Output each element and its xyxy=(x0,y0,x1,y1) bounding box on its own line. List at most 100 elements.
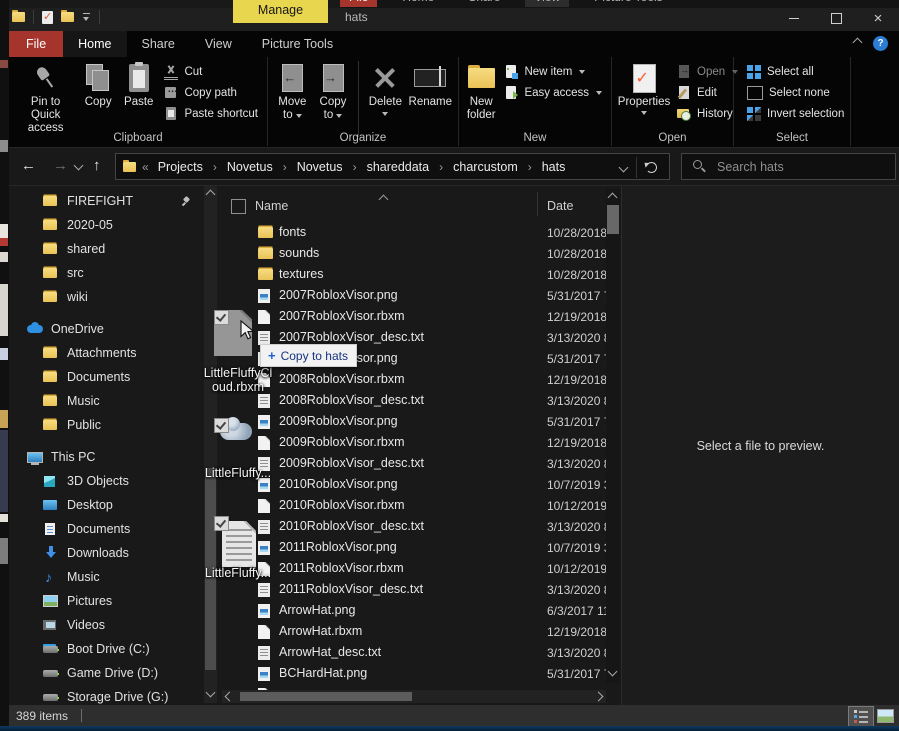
file-row[interactable]: 2007RobloxVisor.png 5/31/2017 7 xyxy=(222,285,606,306)
scroll-down-icon[interactable] xyxy=(206,688,216,698)
select-all-button[interactable]: Select all xyxy=(742,61,849,82)
sidebar-item[interactable]: Videos xyxy=(9,613,204,637)
file-row[interactable]: 2008RobloxVisor.png 5/31/2017 7 xyxy=(222,348,606,369)
minimize-button[interactable] xyxy=(773,6,815,30)
sidebar-item[interactable]: Documents xyxy=(9,365,204,389)
file-row[interactable]: 2011RobloxVisor_desc.txt 3/13/2020 8 xyxy=(222,579,606,600)
tab-view[interactable]: View xyxy=(190,31,247,57)
close-button[interactable]: × xyxy=(857,6,899,30)
file-row[interactable]: 2007RobloxVisor_desc.txt 3/13/2020 8 xyxy=(222,327,606,348)
sidebar-item[interactable]: OneDrive xyxy=(9,317,204,341)
breadcrumb-overflow[interactable]: « xyxy=(142,160,149,174)
sidebar-item[interactable]: This PC xyxy=(9,445,204,469)
file-row[interactable]: 2008RobloxVisor_desc.txt 3/13/2020 8 xyxy=(222,390,606,411)
sidebar-item[interactable]: Public xyxy=(9,413,204,437)
breadcrumb-item[interactable]: shareddata › xyxy=(365,160,452,174)
file-row[interactable]: 2011RobloxVisor.rbxm 10/12/2019 xyxy=(222,558,606,579)
scrollbar-thumb[interactable] xyxy=(607,205,619,234)
cut-button[interactable]: Cut xyxy=(159,61,263,82)
file-row[interactable]: ArrowHat.png 6/3/2017 11 xyxy=(222,600,606,621)
copy-button[interactable]: Copy xyxy=(78,60,118,109)
properties-button[interactable]: Properties xyxy=(616,60,672,115)
scroll-right-icon[interactable] xyxy=(594,692,604,702)
breadcrumb-item[interactable]: charcustom › xyxy=(451,160,540,174)
name-column-header[interactable]: Name xyxy=(255,199,288,213)
file-row[interactable]: 2009RobloxVisor.rbxm 12/19/2018 xyxy=(222,432,606,453)
tab-home[interactable]: Home xyxy=(63,31,126,57)
invert-selection-button[interactable]: Invert selection xyxy=(742,103,849,124)
file-row[interactable]: 2010RobloxVisor_desc.txt 3/13/2020 8 xyxy=(222,516,606,537)
history-button[interactable]: History xyxy=(672,103,743,124)
details-view-button[interactable] xyxy=(848,706,874,727)
file-row[interactable]: fonts 10/28/2018 xyxy=(222,222,606,243)
sidebar-item[interactable]: Pictures xyxy=(9,589,204,613)
edit-button[interactable]: Edit xyxy=(672,82,743,103)
date-column-header[interactable]: Date xyxy=(547,199,573,213)
scroll-down-icon[interactable] xyxy=(608,667,618,677)
sidebar-item[interactable]: Attachments xyxy=(9,341,204,365)
file-row[interactable]: ArrowHat.rbxm 12/19/2018 xyxy=(222,621,606,642)
refresh-icon[interactable] xyxy=(646,162,657,173)
easy-access-button[interactable]: Easy access xyxy=(499,82,607,103)
breadcrumb-item[interactable]: Projects › xyxy=(156,160,225,174)
scroll-left-icon[interactable] xyxy=(225,692,235,702)
sidebar-item[interactable]: Music xyxy=(9,565,204,589)
sidebar-item[interactable]: FIREFIGHT xyxy=(9,189,204,213)
file-row[interactable]: 2009RobloxVisor_desc.txt 3/13/2020 8 xyxy=(222,453,606,474)
sidebar-item[interactable]: Desktop xyxy=(9,493,204,517)
up-button[interactable]: ↑ xyxy=(93,157,101,174)
search-box[interactable] xyxy=(681,153,896,180)
select-all-checkbox[interactable] xyxy=(231,199,246,214)
file-row[interactable]: 2009RobloxVisor.png 5/31/2017 7 xyxy=(222,411,606,432)
breadcrumb-item[interactable]: Novetus › xyxy=(225,160,295,174)
qat-folder-icon[interactable] xyxy=(61,12,74,22)
move-to-button[interactable]: Move to xyxy=(272,60,313,122)
qat-properties-icon[interactable] xyxy=(42,11,53,24)
rename-button[interactable]: Rename xyxy=(407,60,454,109)
sidebar-item[interactable]: Game Drive (D:) xyxy=(9,661,204,685)
file-row[interactable]: BCHardHat.png 5/31/2017 7 xyxy=(222,663,606,684)
forward-button[interactable]: → xyxy=(53,157,68,174)
file-list-scrollbar[interactable] xyxy=(606,189,620,683)
qat-customize-icon[interactable] xyxy=(82,12,91,22)
breadcrumb-item[interactable]: Novetus › xyxy=(295,160,365,174)
delete-button[interactable]: Delete xyxy=(364,60,406,116)
collapse-ribbon-icon[interactable] xyxy=(853,38,863,48)
scroll-up-icon[interactable] xyxy=(608,193,618,203)
back-button[interactable]: ← xyxy=(21,157,36,174)
search-input[interactable] xyxy=(715,159,879,175)
maximize-button[interactable] xyxy=(815,6,857,30)
file-row[interactable]: 2010RobloxVisor.png 10/7/2019 3 xyxy=(222,474,606,495)
horizontal-scrollbar[interactable] xyxy=(222,690,606,703)
file-row[interactable]: 2007RobloxVisor.rbxm 12/19/2018 xyxy=(222,306,606,327)
file-row[interactable]: ArrowHat_desc.txt 3/13/2020 8 xyxy=(222,642,606,663)
copy-path-button[interactable]: Copy path xyxy=(159,82,263,103)
help-icon[interactable]: ? xyxy=(873,36,888,51)
tab-file[interactable]: File xyxy=(9,31,63,57)
pin-to-quick-access-button[interactable]: Pin to Quick access xyxy=(13,60,78,135)
tab-picture-tools[interactable]: Picture Tools xyxy=(247,31,348,57)
thumbnail-view-button[interactable] xyxy=(873,706,897,725)
file-row[interactable]: sounds 10/28/2018 xyxy=(222,243,606,264)
scrollbar-thumb[interactable] xyxy=(240,692,412,701)
breadcrumb[interactable]: « Projects › Novetus › Novetus › sharedd… xyxy=(115,153,670,180)
sidebar-item[interactable]: src xyxy=(9,261,204,285)
new-folder-button[interactable]: New folder xyxy=(463,60,499,122)
sidebar-item[interactable]: wiki xyxy=(9,285,204,309)
file-row[interactable]: textures 10/28/2018 xyxy=(222,264,606,285)
breadcrumb-item[interactable]: hats › xyxy=(540,160,568,174)
scroll-up-icon[interactable] xyxy=(206,190,216,200)
sidebar-item[interactable]: Documents xyxy=(9,517,204,541)
tab-share[interactable]: Share xyxy=(127,31,190,57)
scrollbar-thumb[interactable] xyxy=(205,468,216,670)
new-item-button[interactable]: New item xyxy=(499,61,607,82)
sidebar-item[interactable]: Downloads xyxy=(9,541,204,565)
address-dropdown-icon[interactable] xyxy=(619,163,629,173)
file-row[interactable]: 2008RobloxVisor.rbxm 12/19/2018 xyxy=(222,369,606,390)
file-row[interactable]: 2011RobloxVisor.png 10/7/2019 3 xyxy=(222,537,606,558)
column-divider[interactable] xyxy=(537,192,538,216)
tab-manage[interactable]: Manage xyxy=(233,0,328,23)
recent-locations-icon[interactable] xyxy=(74,161,84,171)
open-button[interactable]: Open xyxy=(672,61,743,82)
sidebar-scrollbar[interactable] xyxy=(204,186,217,703)
